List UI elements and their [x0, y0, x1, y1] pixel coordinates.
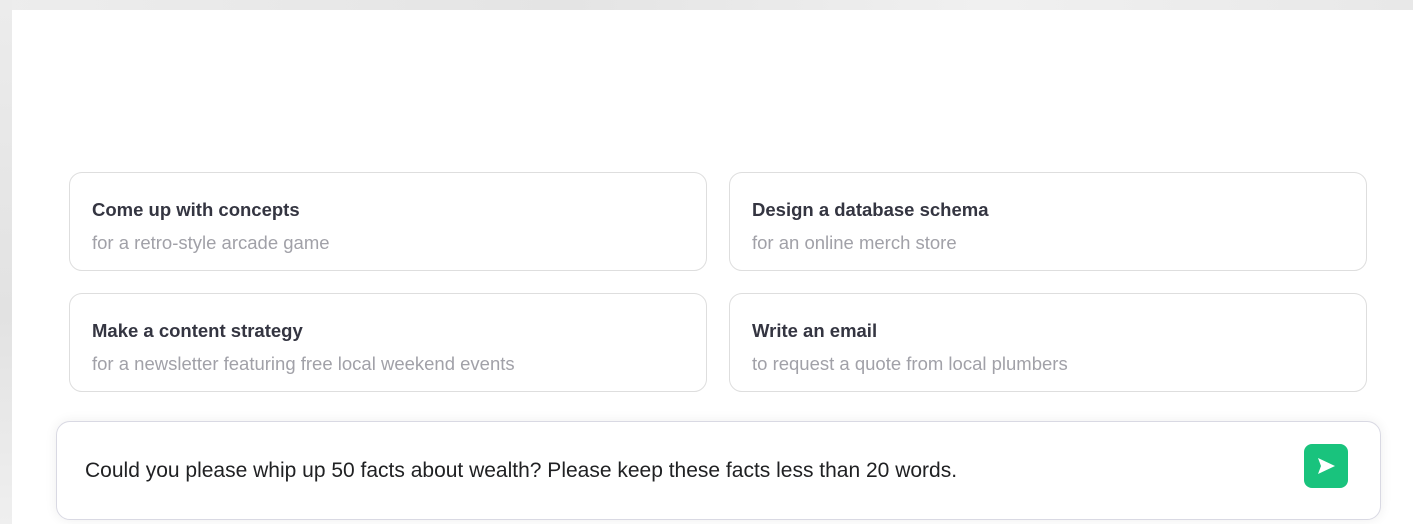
- suggestion-subtitle: for a newsletter featuring free local we…: [92, 353, 515, 374]
- send-icon: [1318, 458, 1335, 474]
- suggestion-card-database-schema[interactable]: Design a database schema for an online m…: [729, 172, 1367, 271]
- suggestion-title: Make a content strategy: [92, 320, 303, 341]
- suggestion-card-content-strategy[interactable]: Make a content strategy for a newsletter…: [69, 293, 707, 392]
- send-button[interactable]: [1304, 444, 1348, 488]
- suggestion-subtitle: to request a quote from local plumbers: [752, 353, 1068, 374]
- suggestion-title: Design a database schema: [752, 199, 989, 220]
- suggestion-card-email[interactable]: Write an email to request a quote from l…: [729, 293, 1367, 392]
- message-input[interactable]: Could you please whip up 50 facts about …: [85, 458, 957, 484]
- window-frame-left: [0, 0, 12, 524]
- suggestion-subtitle: for a retro-style arcade game: [92, 232, 330, 253]
- chat-main-area: Come up with concepts for a retro-style …: [12, 10, 1413, 524]
- suggestion-subtitle: for an online merch store: [752, 232, 957, 253]
- suggestion-title: Write an email: [752, 320, 878, 341]
- window-frame-top: [0, 0, 1413, 10]
- suggestion-title: Come up with concepts: [92, 199, 300, 220]
- message-composer[interactable]: Could you please whip up 50 facts about …: [56, 421, 1381, 520]
- suggestion-card-concepts[interactable]: Come up with concepts for a retro-style …: [69, 172, 707, 271]
